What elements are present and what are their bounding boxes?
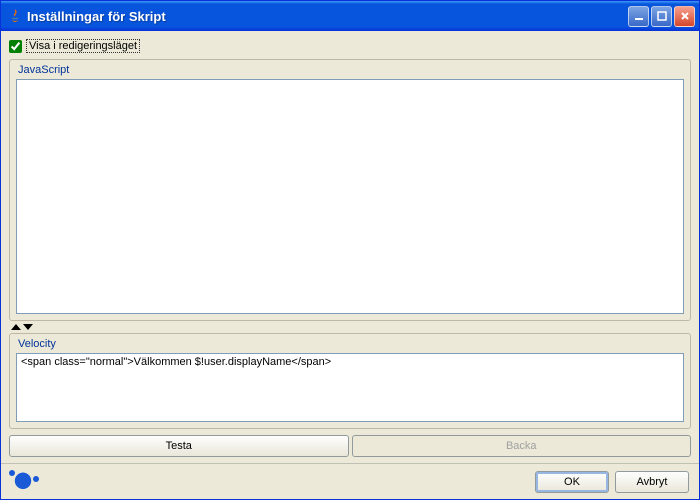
content-area: Visa i redigeringsläget JavaScript Veloc… (1, 31, 699, 463)
arrow-up-icon (11, 324, 21, 330)
javascript-group-title: JavaScript (18, 64, 684, 76)
arrow-down-icon (23, 324, 33, 330)
java-icon (7, 8, 23, 24)
titlebar: Inställningar för Skript (1, 1, 699, 31)
action-button-row: Testa Backa (9, 435, 691, 457)
close-button[interactable] (674, 6, 695, 27)
footer: OK Avbryt (1, 463, 699, 499)
show-in-edit-mode-row: Visa i redigeringsläget (9, 39, 691, 53)
cancel-button[interactable]: Avbryt (615, 471, 689, 493)
show-in-edit-mode-checkbox[interactable] (9, 40, 22, 53)
window: Inställningar för Skript Visa i redigeri… (0, 0, 700, 500)
minimize-button[interactable] (628, 6, 649, 27)
javascript-group: JavaScript (9, 59, 691, 321)
maximize-button[interactable] (651, 6, 672, 27)
javascript-textarea[interactable] (16, 79, 684, 314)
test-button[interactable]: Testa (9, 435, 349, 457)
splitter[interactable] (9, 321, 691, 333)
velocity-group: Velocity (9, 333, 691, 429)
back-button[interactable]: Backa (352, 435, 692, 457)
ok-button[interactable]: OK (535, 471, 609, 493)
velocity-textarea[interactable] (16, 353, 684, 422)
velocity-group-title: Velocity (18, 338, 684, 350)
window-title: Inställningar för Skript (27, 9, 628, 24)
show-in-edit-mode-label: Visa i redigeringsläget (26, 39, 140, 53)
app-logo-icon (11, 470, 35, 494)
